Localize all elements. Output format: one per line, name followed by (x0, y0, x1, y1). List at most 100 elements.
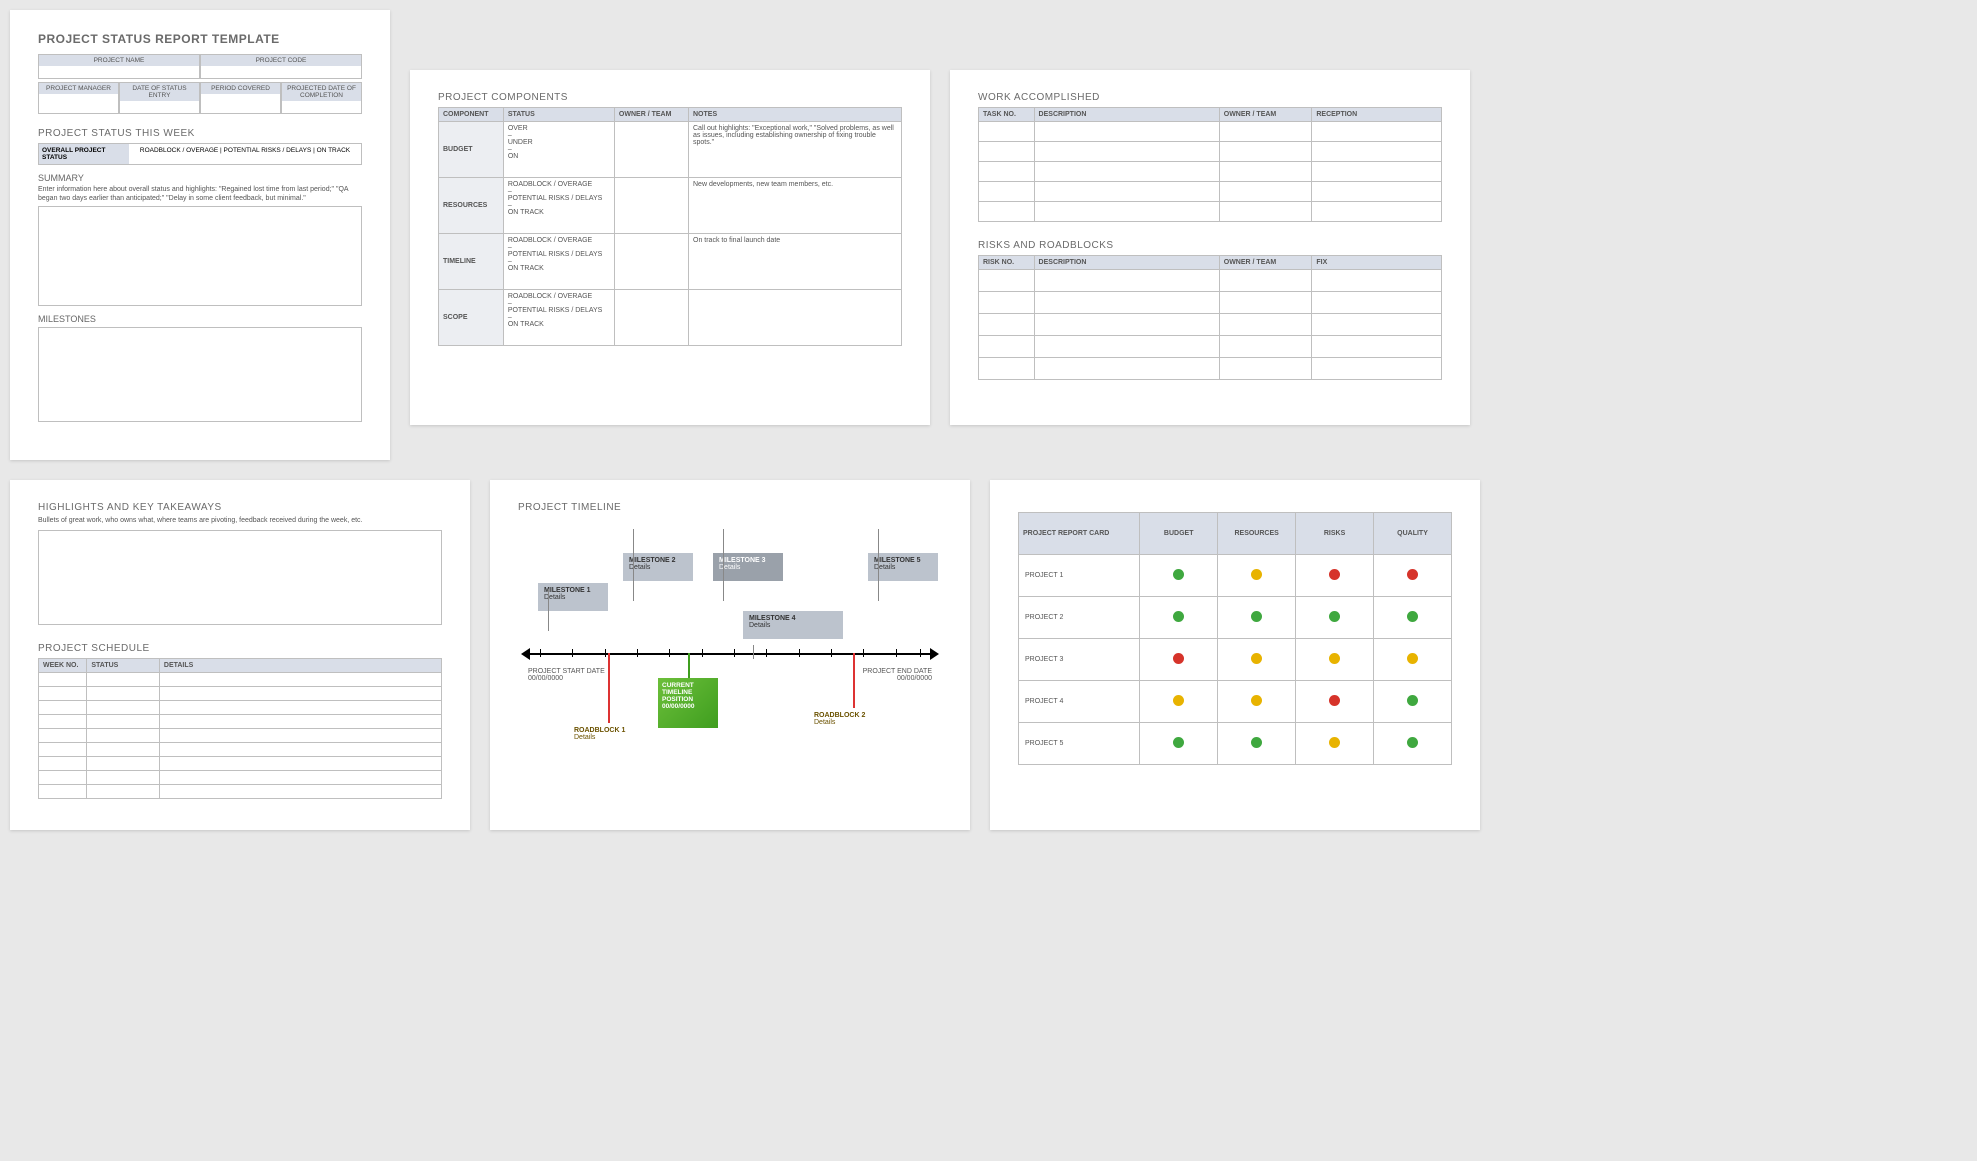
status-dot (1329, 653, 1340, 664)
project-name-label: PROJECT NAME (39, 55, 199, 66)
table-row (979, 336, 1442, 358)
page-status-report: PROJECT STATUS REPORT TEMPLATE PROJECT N… (10, 10, 390, 460)
work-col-reception: RECEPTION (1312, 108, 1442, 122)
milestone-1: MILESTONE 1 Details (538, 583, 608, 611)
budget-label: BUDGET (439, 122, 504, 178)
col-status: STATUS (503, 108, 614, 122)
table-row (979, 202, 1442, 222)
current-position-flag: CURRENT TIMELINE POSITION 00/00/0000 (658, 678, 718, 728)
scope-notes (689, 290, 902, 346)
table-row (979, 142, 1442, 162)
highlights-hint: Bullets of great work, who owns what, wh… (38, 517, 442, 526)
period-label: PERIOD COVERED (201, 83, 280, 94)
summary-hint: Enter information here about overall sta… (38, 186, 362, 204)
row-budget: BUDGET OVER – UNDER – ON Call out highli… (439, 122, 902, 178)
table-row (979, 292, 1442, 314)
current-position-line (688, 653, 690, 678)
scope-owner (614, 290, 688, 346)
milestones-title: MILESTONES (38, 314, 362, 324)
components-table: COMPONENT STATUS OWNER / TEAM NOTES BUDG… (438, 107, 902, 346)
risks-table: RISK NO. DESCRIPTION OWNER / TEAM FIX (978, 255, 1442, 380)
status-dot (1407, 653, 1418, 664)
rc-row-2-name: PROJECT 2 (1019, 597, 1140, 639)
table-row (39, 728, 442, 742)
summary-box (38, 206, 362, 306)
date-entry-label: DATE OF STATUS ENTRY (120, 83, 199, 101)
timeline-status: ROADBLOCK / OVERAGE – POTENTIAL RISKS / … (503, 234, 614, 290)
timeline-title: PROJECT TIMELINE (518, 502, 942, 513)
table-row (39, 714, 442, 728)
rc-col-quality: QUALITY (1374, 513, 1452, 555)
roadblock-2-detail: Details (814, 719, 835, 726)
timeline-start: PROJECT START DATE00/00/0000 (528, 668, 605, 682)
resources-label: RESOURCES (439, 178, 504, 234)
risks-col-desc: DESCRIPTION (1034, 256, 1219, 270)
milestone-1-name: MILESTONE 1 (544, 587, 591, 594)
table-row (39, 784, 442, 798)
status-dot (1407, 695, 1418, 706)
table-row (979, 270, 1442, 292)
page-highlights-schedule: HIGHLIGHTS AND KEY TAKEAWAYS Bullets of … (10, 480, 470, 830)
milestone-2: MILESTONE 2 Details (623, 553, 693, 581)
page-report-card: PROJECT REPORT CARD BUDGET RESOURCES RIS… (990, 480, 1480, 830)
table-row (39, 700, 442, 714)
roadblock-2-line (853, 653, 855, 708)
schedule-title: PROJECT SCHEDULE (38, 643, 442, 654)
report-card-table: PROJECT REPORT CARD BUDGET RESOURCES RIS… (1018, 512, 1452, 765)
table-row (39, 686, 442, 700)
status-dot (1251, 737, 1262, 748)
rc-row-3: PROJECT 3 (1019, 639, 1452, 681)
overall-status-label: OVERALL PROJECT STATUS (39, 144, 129, 164)
status-dot (1173, 569, 1184, 580)
table-row (979, 182, 1442, 202)
schedule-table: WEEK NO. STATUS DETAILS (38, 658, 442, 799)
roadblock-1-detail: Details (574, 734, 595, 741)
rc-row-1: PROJECT 1 (1019, 555, 1452, 597)
status-dot (1251, 611, 1262, 622)
rc-row-4-name: PROJECT 4 (1019, 681, 1140, 723)
pm-label: PROJECT MANAGER (39, 83, 118, 94)
sched-col-status: STATUS (87, 658, 160, 672)
scope-status: ROADBLOCK / OVERAGE – POTENTIAL RISKS / … (503, 290, 614, 346)
sched-col-week: WEEK NO. (39, 658, 87, 672)
status-dot (1329, 695, 1340, 706)
roadblock-1-line (608, 653, 610, 723)
budget-notes: Call out highlights: "Exceptional work,"… (689, 122, 902, 178)
timeline-end: PROJECT END DATE00/00/0000 (863, 668, 932, 682)
highlights-box (38, 530, 442, 625)
milestone-4: MILESTONE 4 Details (743, 611, 843, 639)
risks-col-owner: OWNER / TEAM (1219, 256, 1312, 270)
status-dot (1173, 737, 1184, 748)
rc-col-project: PROJECT REPORT CARD (1019, 513, 1140, 555)
work-title: WORK ACCOMPLISHED (978, 92, 1442, 103)
rc-row-2: PROJECT 2 (1019, 597, 1452, 639)
row-timeline: TIMELINE ROADBLOCK / OVERAGE – POTENTIAL… (439, 234, 902, 290)
status-dot (1407, 569, 1418, 580)
project-code-label: PROJECT CODE (201, 55, 361, 66)
roadblock-2: ROADBLOCK 2 Details (808, 708, 903, 783)
milestone-4-name: MILESTONE 4 (749, 615, 796, 622)
budget-owner (614, 122, 688, 178)
table-row (39, 770, 442, 784)
work-col-owner: OWNER / TEAM (1219, 108, 1312, 122)
work-col-taskno: TASK NO. (979, 108, 1035, 122)
rc-col-budget: BUDGET (1140, 513, 1218, 555)
rc-row-1-name: PROJECT 1 (1019, 555, 1140, 597)
milestone-3-name: MILESTONE 3 (719, 557, 766, 564)
rc-col-risks: RISKS (1296, 513, 1374, 555)
table-row (39, 756, 442, 770)
status-dot (1173, 695, 1184, 706)
status-dot (1329, 569, 1340, 580)
status-dot (1329, 611, 1340, 622)
rc-row-3-name: PROJECT 3 (1019, 639, 1140, 681)
timeline-notes: On track to final launch date (689, 234, 902, 290)
milestone-3: MILESTONE 3 Details (713, 553, 783, 581)
table-row (39, 742, 442, 756)
overall-status-options: ROADBLOCK / OVERAGE | POTENTIAL RISKS / … (129, 144, 361, 164)
rc-col-resources: RESOURCES (1218, 513, 1296, 555)
rc-row-4: PROJECT 4 (1019, 681, 1452, 723)
status-dot (1251, 695, 1262, 706)
template-title: PROJECT STATUS REPORT TEMPLATE (38, 32, 362, 46)
status-week-title: PROJECT STATUS THIS WEEK (38, 128, 362, 139)
timeline-label: TIMELINE (439, 234, 504, 290)
